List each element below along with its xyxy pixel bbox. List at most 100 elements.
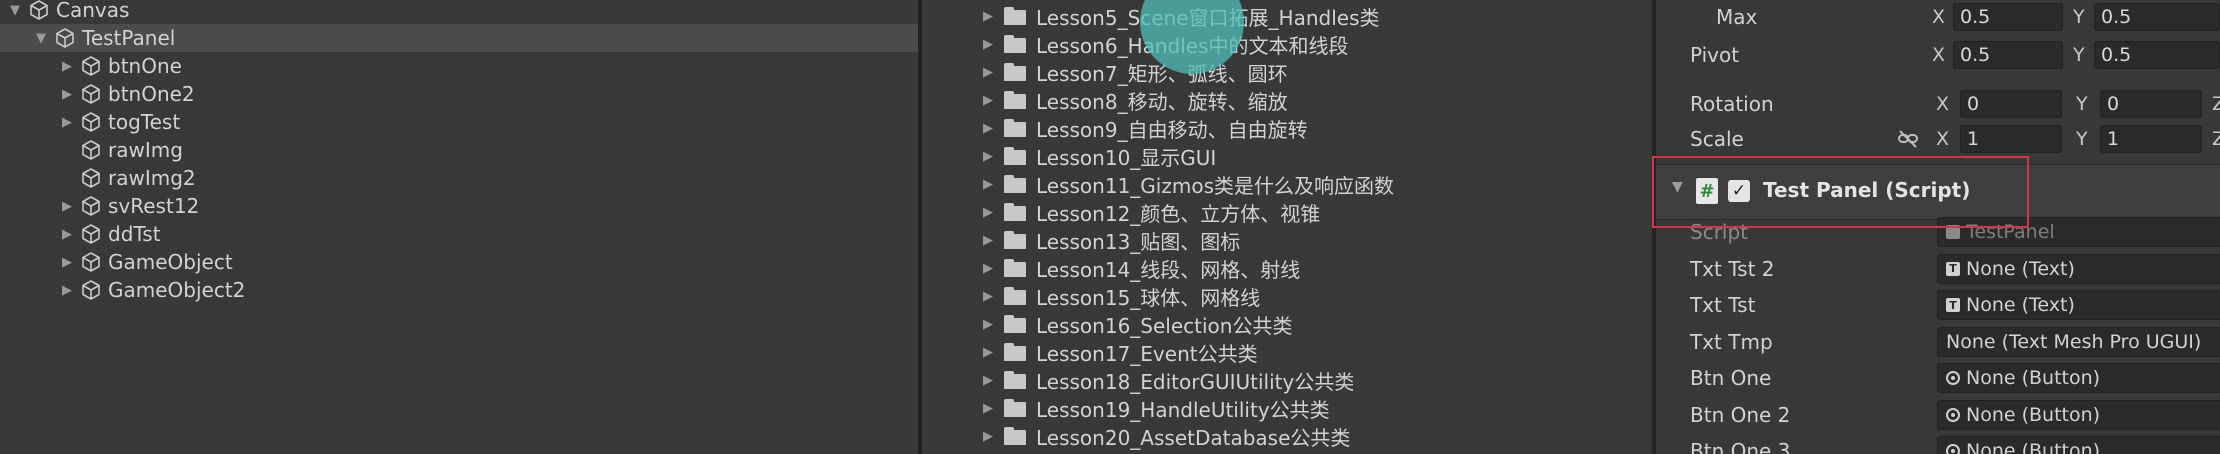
object-field-value: None (Text Mesh Pro UGUI) — [1946, 330, 2202, 353]
folder-label: Lesson11_Gizmos类是什么及响应函数 — [1036, 173, 1394, 198]
folder-icon — [1004, 371, 1026, 389]
pivot-y-axis-label[interactable]: Y — [2073, 41, 2085, 69]
project-folder-item[interactable]: ▶ Lesson6_Handles中的文本和线段 — [980, 30, 1349, 58]
object-field[interactable]: None (Button) — [1937, 399, 2220, 430]
rotation-y-field[interactable]: 0 — [2100, 90, 2202, 118]
project-folder-item[interactable]: ▶ Lesson10_显示GUI — [980, 142, 1216, 170]
collapsed-arrow-icon[interactable]: ▶ — [980, 282, 996, 310]
collapsed-arrow-icon[interactable]: ▶ — [980, 2, 996, 30]
project-folder-item[interactable]: ▶ Lesson12_颜色、立方体、视锥 — [980, 198, 1320, 226]
max-x-field[interactable]: 0.5 — [1953, 3, 2063, 31]
hierarchy-item[interactable]: ▶ GameObject2 — [0, 276, 918, 304]
collapsed-arrow-icon[interactable]: ▶ — [60, 108, 74, 136]
collapsed-arrow-icon[interactable]: ▶ — [60, 220, 74, 248]
object-field[interactable]: None (Text Mesh Pro UGUI) — [1937, 326, 2220, 357]
collapsed-arrow-icon[interactable]: ▶ — [980, 310, 996, 338]
collapsed-arrow-icon[interactable]: ▶ — [60, 80, 74, 108]
hierarchy-item[interactable]: ▶ togTest — [0, 108, 918, 136]
object-field-value: None (Text) — [1966, 257, 2075, 280]
expanded-arrow-icon[interactable]: ▼ — [34, 24, 48, 52]
hierarchy-item[interactable]: ▶ btnOne — [0, 52, 918, 80]
collapsed-arrow-icon[interactable]: ▶ — [980, 198, 996, 226]
folder-icon — [1004, 147, 1026, 165]
object-field[interactable]: None (Button) — [1937, 363, 2220, 393]
folder-icon — [1004, 427, 1026, 445]
component-header[interactable]: ▼ # ✓ Test Panel (Script) — [1656, 164, 2220, 220]
project-folder-item[interactable]: ▶ Lesson19_HandleUtility公共类 — [980, 394, 1330, 422]
collapsed-arrow-icon[interactable]: ▶ — [60, 248, 74, 276]
project-folder-item[interactable]: ▶ Lesson17_Event公共类 — [980, 338, 1258, 366]
rotation-x-axis-label[interactable]: X — [1936, 90, 1949, 118]
rotation-label: Rotation — [1690, 92, 1774, 116]
collapsed-arrow-icon[interactable]: ▶ — [980, 30, 996, 58]
collapse-arrow-icon[interactable]: ▼ — [1672, 179, 1683, 195]
collapsed-arrow-icon[interactable]: ▶ — [980, 114, 996, 142]
hierarchy-item[interactable]: ▶ btnOne2 — [0, 80, 918, 108]
collapsed-arrow-icon[interactable]: ▶ — [980, 86, 996, 114]
collapsed-arrow-icon[interactable]: ▶ — [980, 142, 996, 170]
max-y-axis-label[interactable]: Y — [2073, 3, 2085, 31]
expanded-arrow-icon[interactable]: ▼ — [8, 0, 22, 24]
hierarchy-item[interactable]: rawImg — [0, 136, 918, 164]
collapsed-arrow-icon[interactable]: ▶ — [60, 192, 74, 220]
collapsed-arrow-icon[interactable]: ▶ — [980, 226, 996, 254]
project-folder-item[interactable]: ▶ Lesson8_移动、旋转、缩放 — [980, 86, 1288, 114]
project-panel: ▶ Lesson5_Scene窗口拓展_Handles类 ▶ Lesson6_Hand… — [922, 0, 1652, 454]
object-field[interactable]: T None (Text) — [1937, 253, 2220, 284]
hierarchy-item-label: Canvas — [56, 0, 130, 22]
gameobject-cube-icon — [78, 136, 104, 164]
rotation-x-field[interactable]: 0 — [1960, 90, 2062, 118]
project-folder-item[interactable]: ▶ Lesson13_贴图、图标 — [980, 226, 1240, 254]
project-folder-item[interactable]: ▶ Lesson20_AssetDatabase公共类 — [980, 422, 1350, 450]
collapsed-arrow-icon[interactable]: ▶ — [980, 338, 996, 366]
collapsed-arrow-icon[interactable]: ▶ — [980, 170, 996, 198]
rotation-z-axis-label[interactable]: Z — [2212, 90, 2220, 118]
project-folder-item[interactable]: ▶ Lesson9_自由移动、自由旋转 — [980, 114, 1308, 142]
hierarchy-item[interactable]: ▶ GameObject — [0, 248, 918, 276]
max-x-axis-label[interactable]: X — [1932, 3, 1945, 31]
pivot-y-field[interactable]: 0.5 — [2094, 41, 2220, 69]
field-label: Txt Tmp — [1690, 329, 1773, 354]
project-folder-item[interactable]: ▶ Lesson15_球体、网格线 — [980, 282, 1260, 310]
folder-label: Lesson16_Selection公共类 — [1036, 313, 1293, 338]
collapsed-arrow-icon[interactable]: ▶ — [980, 366, 996, 394]
pivot-x-field[interactable]: 0.5 — [1953, 41, 2063, 69]
folder-icon — [1004, 343, 1026, 361]
project-folder-item[interactable]: ▶ Lesson7_矩形、弧线、圆环 — [980, 58, 1288, 86]
collapsed-arrow-icon[interactable]: ▶ — [980, 58, 996, 86]
hierarchy-item[interactable]: ▶ svRest12 — [0, 192, 918, 220]
collapsed-arrow-icon[interactable]: ▶ — [60, 52, 74, 80]
rotation-y-axis-label[interactable]: Y — [2076, 90, 2088, 118]
collapsed-arrow-icon[interactable]: ▶ — [980, 254, 996, 282]
folder-label: Lesson9_自由移动、自由旋转 — [1036, 117, 1308, 142]
hierarchy-item[interactable]: ▼ TestPanel — [0, 24, 918, 52]
object-field[interactable]: None (Button) — [1937, 436, 2220, 454]
project-folder-item[interactable]: ▶ Lesson11_Gizmos类是什么及响应函数 — [980, 170, 1394, 198]
collapsed-arrow-icon[interactable]: ▶ — [60, 276, 74, 304]
folder-label: Lesson14_线段、网格、射线 — [1036, 257, 1301, 282]
constrain-proportions-icon[interactable] — [1896, 127, 1920, 151]
project-folder-item[interactable]: ▶ Lesson14_线段、网格、射线 — [980, 254, 1300, 282]
scale-x-field[interactable]: 1 — [1960, 125, 2062, 153]
scale-y-axis-label[interactable]: Y — [2076, 125, 2088, 153]
scale-x-axis-label[interactable]: X — [1936, 125, 1949, 153]
hierarchy-item[interactable]: ▼ Canvas — [0, 0, 918, 24]
scale-y-field[interactable]: 1 — [2100, 125, 2202, 153]
project-folder-item[interactable]: ▶ Lesson16_Selection公共类 — [980, 310, 1292, 338]
object-field-value: None (Button) — [1966, 403, 2101, 426]
collapsed-arrow-icon[interactable]: ▶ — [980, 422, 996, 450]
scale-z-axis-label[interactable]: Z — [2212, 125, 2220, 153]
component-enabled-checkbox[interactable]: ✓ — [1728, 180, 1750, 202]
project-folder-item[interactable]: ▶ Lesson18_EditorGUIUtility公共类 — [980, 366, 1354, 394]
folder-icon — [1004, 7, 1026, 25]
hierarchy-item-label: togTest — [108, 110, 181, 134]
project-folder-item[interactable]: ▶ Lesson5_Scene窗口拓展_Handles类 — [980, 2, 1380, 30]
max-y-field[interactable]: 0.5 — [2094, 3, 2220, 31]
collapsed-arrow-icon[interactable]: ▶ — [980, 394, 996, 422]
hierarchy-item[interactable]: ▶ ddTst — [0, 220, 918, 248]
object-field[interactable]: T None (Text) — [1937, 290, 2220, 320]
hierarchy-item[interactable]: rawImg2 — [0, 164, 918, 192]
field-label: Btn One 3 — [1690, 439, 1791, 454]
pivot-x-axis-label[interactable]: X — [1932, 41, 1945, 69]
hierarchy-item-label: TestPanel — [82, 26, 176, 50]
